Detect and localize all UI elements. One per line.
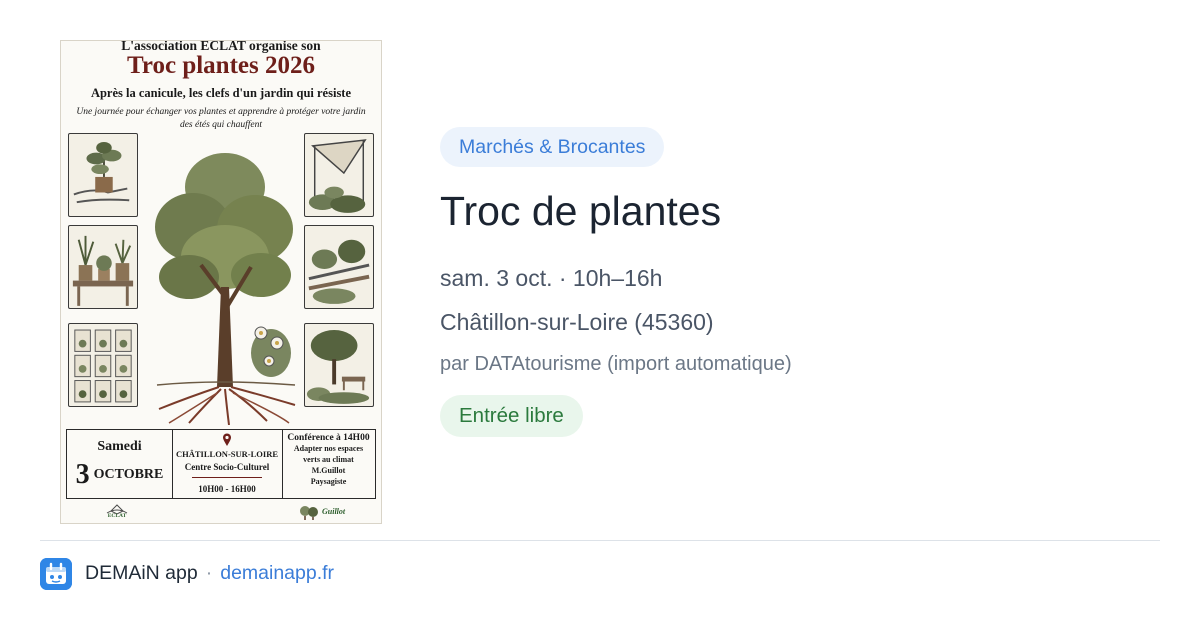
poster-conference-line-2: verts au climat [303,455,354,464]
poster-title: Troc plantes 2026 [127,52,315,79]
poster-hours: 10H00 - 16H00 [198,484,256,494]
footer-branding: DEMAiN app · demainapp.fr [85,562,334,585]
poster-place-block: CHÂTILLON-SUR-LOIRE Centre Socio-Culture… [172,430,283,498]
poster-speaker-name: M.Guillot [311,466,346,475]
event-poster-image[interactable]: L'association ECLAT organise son Troc pl… [60,40,382,524]
poster-date-line: 3 OCTOBRE [67,459,172,491]
event-date-time: sam. 3 oct. · 10h–16h [440,265,663,291]
poster-date-day: Samedi [97,439,142,454]
poster-speaker-role: Paysagiste [310,477,347,486]
event-title: Troc de plantes [440,188,722,234]
vignette-mulch-bed [304,225,374,309]
vignette-plant-exchange [68,133,138,217]
poster-subtitle: Après la canicule, les clefs d'un jardin… [90,86,352,100]
poster-conference-block: Conférence à 14H00 Adapter nos espaces v… [282,430,375,498]
demain-app-icon [40,558,72,590]
poster-date-number: 3 [75,459,90,490]
poster-divider [192,477,262,480]
footer-separator: · [205,562,213,584]
poster-tagline-1: Une journée pour échanger vos plantes et… [76,107,366,117]
event-location: Châtillon-sur-Loire (45360) [440,309,714,335]
poster-place-city: CHÂTILLON-SUR-LOIRE [175,449,279,459]
footer-app-name: DEMAiN app [85,562,198,584]
category-chip[interactable]: Marchés & Brocantes [440,127,665,167]
event-source: par DATAtourisme (import automatique) [440,353,792,375]
guillot-logo-text: Guillot [322,507,346,516]
poster-conference-title: Conférence à 14H00 [287,433,370,443]
price-badge: Entrée libre [440,395,583,437]
poster-date-month: OCTOBRE [93,467,164,482]
footer-domain-link[interactable]: demainapp.fr [220,562,334,584]
guillot-logo [300,506,318,520]
footer-divider [40,540,1160,541]
tree-illustration [149,147,299,425]
poster-tagline-2: des étés qui chauffent [179,120,263,130]
vignette-potted-plants [68,225,138,309]
poster-info-band: Samedi 3 OCTOBRE CHÂTILLON-SUR-LOIRE Cen… [66,429,376,499]
vignette-garden-bench [304,323,374,407]
vignette-seed-packets [68,323,138,407]
eclat-logo-text: ECLAT [107,513,127,519]
poster-date-block: Samedi 3 OCTOBRE [67,430,173,498]
poster-conference-line-1: Adapter nos espaces [293,444,364,453]
vignette-shade-sail [304,133,374,217]
poster-place-centre: Centre Socio-Culturel [184,462,270,472]
map-pin-icon [223,433,231,446]
